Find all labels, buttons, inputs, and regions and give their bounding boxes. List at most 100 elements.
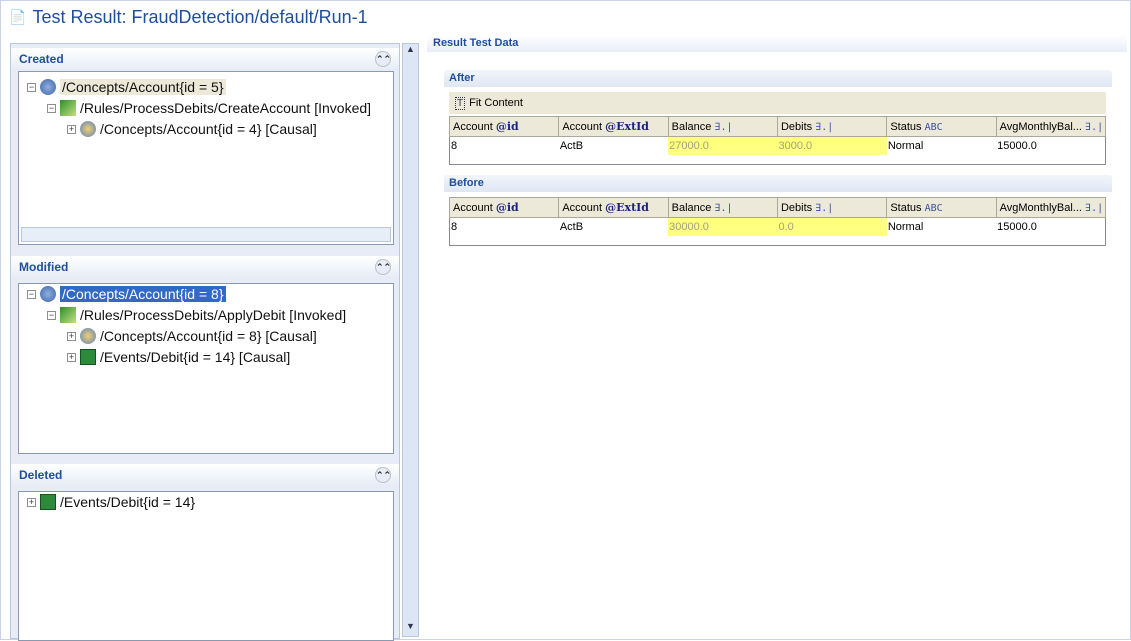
tree-node[interactable]: +/Events/Debit{id = 14} [Causal] <box>67 349 290 365</box>
column-name: Status <box>890 201 922 214</box>
column-header[interactable]: Account @ExtId <box>558 197 669 218</box>
tree-node[interactable]: +/Concepts/Account{id = 8} [Causal] <box>67 328 317 344</box>
table-cell[interactable]: 30000.0 <box>668 217 778 236</box>
horizontal-scrollbar[interactable] <box>21 227 391 242</box>
expand-icon[interactable]: + <box>67 352 76 362</box>
column-header[interactable]: Status ABC <box>886 116 997 137</box>
modified-section-header[interactable]: Modified ⌃⌃ <box>11 256 399 278</box>
table-cell[interactable]: 15000.0 <box>996 218 1105 236</box>
column-header[interactable]: Balance ∃.| <box>667 116 778 137</box>
key-tag: @ExtId <box>605 201 650 214</box>
column-name: AvgMonthlyBal... <box>999 120 1082 133</box>
collapse-icon[interactable]: − <box>47 103 56 113</box>
column-header[interactable]: Account @ExtId <box>558 116 669 137</box>
table-cell[interactable]: 27000.0 <box>668 136 778 155</box>
tree-node[interactable]: +/Concepts/Account{id = 4} [Causal] <box>67 121 317 137</box>
after-table: Account @id Account @ExtId Balance ∃.| Debi… <box>448 116 1107 165</box>
created-section-header[interactable]: Created ⌃⌃ <box>11 48 399 70</box>
table-cell[interactable]: 15000.0 <box>996 137 1105 155</box>
string-type-icon: ABC <box>924 121 943 133</box>
collapse-icon[interactable]: − <box>47 310 56 320</box>
modified-tree[interactable]: −/Concepts/Account{id = 8} −/Rules/Proce… <box>18 283 394 454</box>
left-panel: Created ⌃⌃ −/Concepts/Account{id = 5} −/R… <box>10 43 400 641</box>
column-header[interactable]: Status ABC <box>886 197 997 218</box>
column-name: Account <box>453 202 493 214</box>
column-header[interactable]: AvgMonthlyBal... ∃.| <box>995 116 1107 137</box>
tree-node[interactable]: +/Events/Debit{id = 14} <box>27 494 195 510</box>
created-tree[interactable]: −/Concepts/Account{id = 5} −/Rules/Proce… <box>18 71 394 245</box>
table-cell[interactable]: ActB <box>559 218 668 236</box>
deleted-section-header[interactable]: Deleted ⌃⌃ <box>11 464 399 486</box>
collapse-icon[interactable]: ⌃⌃ <box>375 467 391 483</box>
rule-icon <box>60 307 76 323</box>
number-type-icon: ∃.| <box>714 121 733 133</box>
tree-node[interactable]: −/Concepts/Account{id = 5} <box>27 79 226 95</box>
key-tag: @id <box>495 120 519 133</box>
column-header[interactable]: AvgMonthlyBal... ∃.| <box>995 197 1107 218</box>
number-type-icon: ∃.| <box>815 202 834 214</box>
table-header-row: Account @id Account @ExtId Balance ∃.| Debi… <box>448 116 1107 137</box>
number-type-icon: ∃.| <box>1085 121 1104 133</box>
key-tag: @id <box>495 201 519 214</box>
tree-node[interactable]: −/Rules/ProcessDebits/CreateAccount [Inv… <box>47 100 371 116</box>
empty-row <box>450 155 1106 165</box>
column-name: Balance <box>671 120 712 133</box>
column-name: AvgMonthlyBal... <box>999 201 1082 214</box>
event-icon <box>40 494 56 510</box>
concept-icon <box>40 79 56 95</box>
concept-icon <box>80 121 96 137</box>
deleted-tree[interactable]: +/Events/Debit{id = 14} <box>18 491 394 641</box>
expand-icon[interactable]: + <box>27 497 36 507</box>
table-cell[interactable]: 0.0 <box>777 217 887 236</box>
string-type-icon: ABC <box>924 202 943 214</box>
table-cell[interactable]: ActB <box>559 137 668 155</box>
vertical-scrollbar[interactable]: ▲ ▼ <box>402 43 419 637</box>
fit-content-button[interactable]: T Fit Content <box>449 92 1106 114</box>
tree-node[interactable]: −/Rules/ProcessDebits/ApplyDebit [Invoke… <box>47 307 346 323</box>
column-header[interactable]: Debits ∃.| <box>776 116 888 137</box>
column-name: Status <box>890 120 922 133</box>
key-tag: @ExtId <box>605 120 650 133</box>
page-title: 📄 Test Result: FraudDetection/default/Ru… <box>9 7 368 27</box>
column-name: Account <box>453 121 493 133</box>
result-test-data-header: Result Test Data <box>427 35 1127 52</box>
after-header: After <box>444 70 1112 87</box>
table-cell[interactable]: 8 <box>450 137 559 155</box>
table-row[interactable]: 8 ActB 27000.0 3000.0 Normal 15000.0 <box>450 136 1106 155</box>
scroll-down-icon[interactable]: ▼ <box>403 621 418 636</box>
column-name: Balance <box>671 201 712 214</box>
column-header[interactable]: Account @id <box>448 197 560 218</box>
collapse-icon[interactable]: − <box>27 289 36 299</box>
column-name: Debits <box>780 201 813 214</box>
table-cell[interactable]: 3000.0 <box>777 136 887 155</box>
scroll-up-icon[interactable]: ▲ <box>403 44 418 59</box>
collapse-icon[interactable]: ⌃⌃ <box>375 51 391 67</box>
number-type-icon: ∃.| <box>714 202 733 214</box>
expand-icon[interactable]: + <box>67 331 76 341</box>
event-icon <box>80 349 96 365</box>
table-cell[interactable]: Normal <box>887 218 996 236</box>
concept-icon <box>80 328 96 344</box>
collapse-icon[interactable]: ⌃⌃ <box>375 259 391 275</box>
column-name: Account <box>562 121 603 133</box>
column-header[interactable]: Account @id <box>448 116 560 137</box>
table-row[interactable]: 8 ActB 30000.0 0.0 Normal 15000.0 <box>450 217 1106 236</box>
table-header-row: Account @id Account @ExtId Balance ∃.| Debi… <box>448 197 1107 218</box>
column-header[interactable]: Debits ∃.| <box>776 197 888 218</box>
rule-icon <box>60 100 76 116</box>
column-name: Account <box>562 202 603 214</box>
column-header[interactable]: Balance ∃.| <box>667 197 778 218</box>
fit-content-icon: T <box>455 96 466 110</box>
table-cell[interactable]: Normal <box>887 137 996 155</box>
number-type-icon: ∃.| <box>815 121 834 133</box>
document-icon: 📄 <box>9 9 27 25</box>
empty-row <box>450 236 1106 246</box>
tree-node[interactable]: −/Concepts/Account{id = 8} <box>27 286 226 302</box>
concept-icon <box>40 286 56 302</box>
collapse-icon[interactable]: − <box>27 82 36 92</box>
before-table: Account @id Account @ExtId Balance ∃.| Debi… <box>448 197 1107 246</box>
expand-icon[interactable]: + <box>67 124 76 134</box>
number-type-icon: ∃.| <box>1085 202 1104 214</box>
column-name: Debits <box>780 120 813 133</box>
table-cell[interactable]: 8 <box>450 218 559 236</box>
